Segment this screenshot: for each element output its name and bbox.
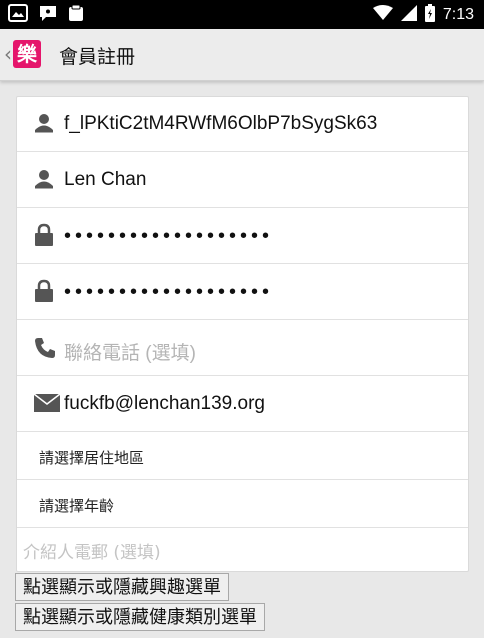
wifi-icon: [372, 5, 393, 25]
email-value: fuckfb@lenchan139.org: [64, 393, 265, 414]
toggle-interests-button[interactable]: 點選顯示或隱藏興趣選單: [15, 573, 229, 601]
chat-notification-icon: [38, 4, 58, 26]
app-logo[interactable]: 樂: [13, 40, 41, 68]
signal-icon: [400, 5, 417, 25]
region-select[interactable]: 請選擇居住地區: [17, 432, 468, 480]
toggle-health-button[interactable]: 點選顯示或隱藏健康類別選單: [15, 603, 265, 631]
lock-icon: [34, 223, 54, 251]
phone-placeholder: 聯絡電話 (選填): [64, 343, 196, 364]
clock: 7:13: [442, 6, 474, 23]
password-value: •••••••••••••••••••: [64, 225, 274, 247]
action-bar: ‹ 樂 會員註冊: [0, 29, 484, 81]
age-select[interactable]: 請選擇年齡: [17, 480, 468, 528]
display-name-value: Len Chan: [64, 169, 147, 190]
password-field[interactable]: •••••••••••••••••••: [17, 208, 468, 264]
registration-form: f_lPKtiC2tM4RWfM6OlbP7bSygSk63 Len Chan …: [16, 96, 469, 572]
clipboard-notification-icon: [68, 4, 84, 26]
region-select-label: 請選擇居住地區: [39, 449, 145, 467]
page-title: 會員註冊: [59, 46, 136, 68]
image-notification-icon: [8, 4, 28, 26]
phone-icon: [34, 337, 56, 363]
password-confirm-field[interactable]: •••••••••••••••••••: [17, 264, 468, 320]
battery-icon: [424, 4, 435, 26]
password-confirm-value: •••••••••••••••••••: [64, 281, 274, 303]
age-select-label: 請選擇年齡: [39, 497, 115, 515]
lock-icon: [34, 279, 54, 307]
email-field[interactable]: fuckfb@lenchan139.org: [17, 376, 468, 432]
username-value: f_lPKtiC2tM4RWfM6OlbP7bSygSk63: [64, 113, 378, 134]
status-bar: 7:13: [0, 0, 484, 29]
status-system: 7:13: [372, 4, 474, 26]
referrer-email-placeholder: 介紹人電郵 (選填): [23, 543, 161, 563]
person-icon: [34, 169, 54, 193]
phone-field[interactable]: 聯絡電話 (選填): [17, 320, 468, 376]
person-icon: [34, 113, 54, 137]
referrer-email-field[interactable]: 介紹人電郵 (選填): [17, 528, 468, 572]
username-field[interactable]: f_lPKtiC2tM4RWfM6OlbP7bSygSk63: [17, 97, 468, 152]
back-icon[interactable]: ‹: [4, 42, 12, 66]
display-name-field[interactable]: Len Chan: [17, 152, 468, 208]
envelope-icon: [33, 393, 61, 416]
status-notifications: [8, 4, 84, 26]
